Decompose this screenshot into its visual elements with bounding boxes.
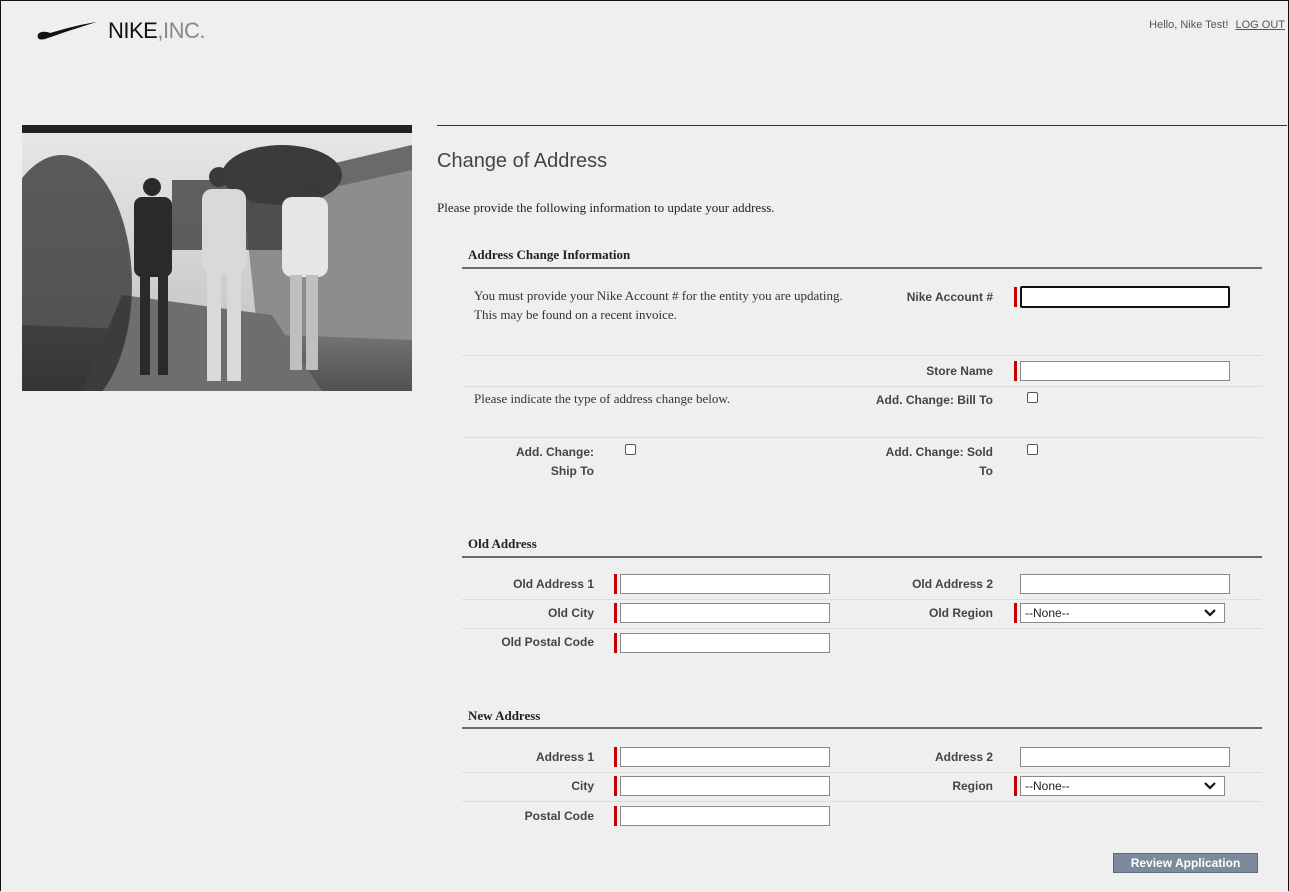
header-divider bbox=[437, 125, 1287, 126]
required-indicator bbox=[614, 806, 617, 826]
ship-to-label: Add. Change: Ship To bbox=[516, 445, 594, 478]
old-region-label: Old Region bbox=[929, 606, 993, 620]
old-address1-label: Old Address 1 bbox=[513, 577, 594, 591]
address1-input[interactable] bbox=[620, 747, 830, 767]
required-indicator bbox=[614, 574, 617, 594]
required-indicator bbox=[1014, 776, 1017, 796]
logout-link[interactable]: LOG OUT bbox=[1235, 19, 1285, 31]
chevron-down-icon bbox=[1204, 609, 1216, 617]
section-heading-old-address: Old Address bbox=[468, 536, 537, 551]
old-address1-input[interactable] bbox=[620, 574, 830, 594]
nike-account-input[interactable] bbox=[1020, 286, 1230, 308]
old-region-select[interactable]: --None-- bbox=[1020, 603, 1225, 623]
sold-to-checkbox[interactable] bbox=[1027, 444, 1038, 455]
required-indicator bbox=[614, 633, 617, 653]
old-postal-label: Old Postal Code bbox=[501, 635, 594, 649]
section-divider bbox=[462, 267, 1262, 269]
postal-label: Postal Code bbox=[524, 809, 594, 823]
nike-logo[interactable]: NIKE,INC. bbox=[36, 18, 205, 44]
city-label: City bbox=[571, 779, 594, 793]
brand-wordmark: NIKE,INC. bbox=[108, 18, 206, 43]
store-name-input[interactable] bbox=[1020, 361, 1230, 381]
row-divider bbox=[462, 437, 1262, 438]
row-divider bbox=[462, 628, 1262, 629]
hero-photo bbox=[22, 125, 412, 391]
page-title: Change of Address bbox=[437, 150, 608, 172]
page-intro: Please provide the following information… bbox=[437, 200, 775, 215]
store-name-label: Store Name bbox=[926, 364, 993, 378]
old-address2-input[interactable] bbox=[1020, 574, 1230, 594]
review-application-button[interactable]: Review Application bbox=[1113, 853, 1258, 873]
row-divider bbox=[462, 772, 1262, 773]
row-divider bbox=[462, 801, 1262, 802]
city-input[interactable] bbox=[620, 776, 830, 796]
brand-name: NIKE bbox=[108, 18, 158, 43]
address2-label: Address 2 bbox=[934, 750, 993, 764]
region-label: Region bbox=[952, 779, 993, 793]
old-region-value: --None-- bbox=[1025, 606, 1070, 620]
account-help-text: You must provide your Nike Account # for… bbox=[474, 288, 843, 322]
ship-to-checkbox[interactable] bbox=[625, 444, 636, 455]
address1-label: Address 1 bbox=[535, 750, 594, 764]
section-divider bbox=[462, 727, 1262, 729]
section-heading-new-address: New Address bbox=[468, 708, 541, 723]
address2-input[interactable] bbox=[1020, 747, 1230, 767]
region-value: --None-- bbox=[1025, 779, 1070, 793]
required-indicator bbox=[1014, 603, 1017, 623]
greeting-text: Hello, Nike Test! bbox=[1149, 19, 1229, 31]
old-city-label: Old City bbox=[547, 606, 594, 620]
required-indicator bbox=[614, 747, 617, 767]
required-indicator bbox=[1014, 361, 1017, 381]
bill-to-label: Add. Change: Bill To bbox=[875, 393, 993, 407]
section-heading-address-change: Address Change Information bbox=[468, 247, 631, 262]
old-city-input[interactable] bbox=[620, 603, 830, 623]
user-bar: Hello, Nike Test! LOG OUT bbox=[1149, 19, 1285, 31]
old-postal-input[interactable] bbox=[620, 633, 830, 653]
required-indicator bbox=[614, 603, 617, 623]
section-divider bbox=[462, 556, 1262, 558]
region-select[interactable]: --None-- bbox=[1020, 776, 1225, 796]
postal-input[interactable] bbox=[620, 806, 830, 826]
bill-to-checkbox[interactable] bbox=[1027, 392, 1038, 403]
row-divider bbox=[462, 599, 1262, 600]
brand-suffix: INC. bbox=[162, 18, 206, 43]
sold-to-label: Add. Change: Sold To bbox=[885, 445, 993, 478]
type-help-text: Please indicate the type of address chan… bbox=[474, 391, 731, 406]
required-indicator bbox=[1014, 287, 1017, 307]
nike-account-label: Nike Account # bbox=[906, 290, 993, 304]
row-divider bbox=[462, 355, 1262, 356]
row-divider bbox=[462, 386, 1262, 387]
chevron-down-icon bbox=[1204, 782, 1216, 790]
old-address2-label: Old Address 2 bbox=[912, 577, 993, 591]
required-indicator bbox=[614, 776, 617, 796]
swoosh-icon bbox=[37, 22, 97, 40]
